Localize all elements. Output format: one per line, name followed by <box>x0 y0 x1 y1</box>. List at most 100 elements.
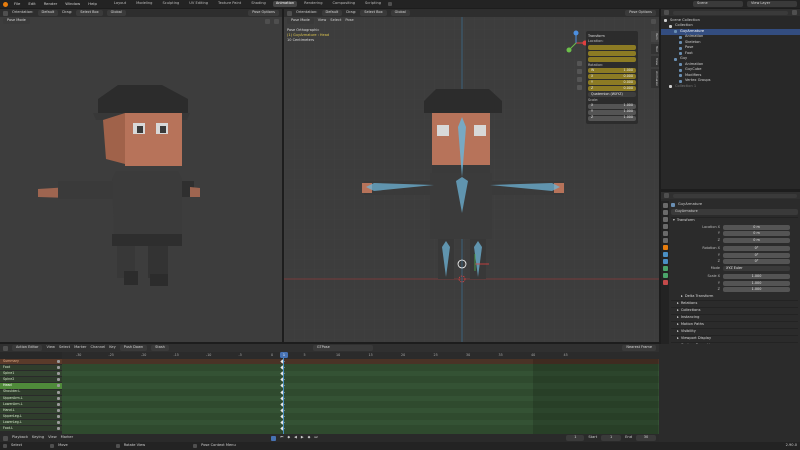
channel-row[interactable]: Spine2 <box>0 377 62 383</box>
zoom-icon[interactable] <box>577 61 582 66</box>
modifier-tab-icon[interactable] <box>662 252 668 257</box>
tab-animation[interactable]: Animation <box>272 1 298 7</box>
channel-visibility-icon[interactable] <box>57 408 60 412</box>
filter-icon[interactable] <box>792 10 797 15</box>
property-section-header[interactable]: ▸ Collections <box>671 307 798 314</box>
end-frame-field[interactable]: 30 <box>636 435 656 441</box>
channel-visibility-icon[interactable] <box>57 421 60 425</box>
channel-visibility-icon[interactable] <box>57 390 60 394</box>
dopesheet-editor-icon[interactable] <box>3 345 8 351</box>
channel-row[interactable]: UpperLeg.L <box>0 413 62 420</box>
menu-keying[interactable]: Keying <box>32 436 44 440</box>
world-tab-icon[interactable] <box>662 238 668 243</box>
frame-ruler[interactable]: -30 -25 -20 -15 -10 -5 0 5 10 15 20 25 30 35 40 45 <box>62 352 659 359</box>
rotation-mode-dropdown[interactable]: Quaternion (WXYZ) <box>588 92 636 98</box>
properties-editor-icon[interactable] <box>664 193 669 198</box>
keyframe-area[interactable] <box>62 359 659 434</box>
menu-marker-timeline[interactable]: Marker <box>61 436 73 440</box>
start-frame-field[interactable]: 1 <box>601 435 622 441</box>
menu-window[interactable]: Window <box>63 1 82 7</box>
channel-row[interactable]: Foot.L <box>0 426 62 432</box>
sidebar-tab-item[interactable]: Item <box>651 31 659 42</box>
view-layer-tab-icon[interactable] <box>662 224 668 229</box>
property-section-header[interactable]: ▸ Instancing <box>671 314 798 321</box>
tab-modeling[interactable]: Modeling <box>133 1 155 7</box>
outliner-item[interactable]: Collection 1 <box>661 84 800 90</box>
menu-marker-dope[interactable]: Marker <box>74 346 86 350</box>
property-field[interactable]: 0° <box>723 246 790 252</box>
menu-view-dope[interactable]: View <box>46 346 55 350</box>
property-field[interactable]: 0 m <box>723 237 790 243</box>
property-section-header[interactable]: ▸ Motion Paths <box>671 321 798 328</box>
channel-row[interactable]: Spine1 <box>0 371 62 377</box>
channel-visibility-icon[interactable] <box>57 378 60 382</box>
menu-help[interactable]: Help <box>86 1 99 7</box>
location-y-field[interactable] <box>588 50 636 56</box>
scale-x-field[interactable]: X 1.000 <box>588 103 636 109</box>
transform-section-header[interactable]: ▾ Transform <box>671 217 798 224</box>
property-section-header[interactable]: ▸ Viewport Display <box>671 335 798 342</box>
tab-texture-paint[interactable]: Texture Paint <box>215 1 244 7</box>
jump-start-icon[interactable]: ⏮ <box>280 436 283 440</box>
push-down-button[interactable]: Push Down <box>119 345 148 351</box>
menu-channel-dope[interactable]: Channel <box>90 346 105 350</box>
property-section-header[interactable]: ▸ Visibility <box>671 328 798 335</box>
channel-visibility-icon[interactable] <box>57 396 60 400</box>
property-field[interactable]: 1.000 <box>723 287 790 293</box>
data-tab-icon[interactable] <box>662 273 668 278</box>
channel-visibility-icon[interactable] <box>57 384 60 388</box>
perspective-grid-icon[interactable] <box>577 85 582 90</box>
snap-dropdown[interactable]: Nearest Frame <box>622 345 656 351</box>
properties-search-input[interactable] <box>673 193 797 198</box>
channel-row[interactable]: LowerArm.L <box>0 401 62 407</box>
channel-visibility-icon[interactable] <box>57 414 60 418</box>
tab-shading[interactable]: Shading <box>248 1 269 7</box>
outliner-search-input[interactable] <box>673 10 788 15</box>
channel-visibility-icon[interactable] <box>57 427 60 431</box>
rotation-y-field[interactable]: Y 0.000 <box>588 80 636 86</box>
tab-rendering[interactable]: Rendering <box>301 1 325 7</box>
property-field[interactable]: 0° <box>723 252 790 258</box>
menu-playback[interactable]: Playback <box>12 436 28 440</box>
tab-compositing[interactable]: Compositing <box>330 1 359 7</box>
property-section-header[interactable]: ▸ Relations <box>671 300 798 307</box>
record-icon[interactable] <box>271 435 277 441</box>
transform-panel-title[interactable]: Transform <box>588 34 636 38</box>
right-viewport[interactable]: Orientation: Default Drag: Select Box Gl… <box>284 9 659 342</box>
property-field[interactable]: 1.000 <box>723 274 790 280</box>
object-name-field[interactable]: GuyArmature <box>671 209 798 215</box>
tab-sculpting[interactable]: Sculpting <box>159 1 182 7</box>
delta-transform-header[interactable]: ▸ Delta Transform <box>671 293 798 300</box>
menu-key-dope[interactable]: Key <box>109 346 116 350</box>
rotation-z-field[interactable]: Z 0.000 <box>588 86 636 92</box>
tab-scripting[interactable]: Scripting <box>362 1 384 7</box>
rotation-mode-dropdown-props[interactable]: XYZ Euler <box>723 265 790 271</box>
channel-visibility-icon[interactable] <box>57 402 60 406</box>
timeline-editor-icon[interactable] <box>3 435 8 441</box>
channel-row[interactable]: Summary <box>0 359 62 365</box>
current-frame-field[interactable]: 1 <box>566 435 585 441</box>
object-tab-icon[interactable] <box>662 245 668 250</box>
scene-tab-icon[interactable] <box>662 231 668 236</box>
channel-row[interactable]: LowerLeg.L <box>0 420 62 426</box>
sidebar-tab-tool[interactable]: Tool <box>651 43 659 54</box>
play-icon[interactable]: ▶ <box>301 436 304 440</box>
location-z-field[interactable] <box>588 56 636 62</box>
channel-visibility-icon[interactable] <box>57 366 60 370</box>
material-tab-icon[interactable] <box>662 280 668 285</box>
current-frame-indicator[interactable]: 1 <box>280 352 288 358</box>
channel-row[interactable]: Hand.L <box>0 407 62 413</box>
next-key-icon[interactable]: ◆ <box>308 436 311 440</box>
tool-tab-icon[interactable] <box>662 203 668 208</box>
tab-uv-editing[interactable]: UV Editing <box>186 1 211 7</box>
sidebar-tab-view[interactable]: View <box>651 55 659 67</box>
editor-mode-dropdown[interactable]: Action Editor <box>12 345 43 351</box>
menu-render[interactable]: Render <box>42 1 60 7</box>
channel-row[interactable]: Foot <box>0 365 62 371</box>
scene-selector[interactable]: Scene <box>693 1 743 7</box>
outliner-editor-icon[interactable] <box>664 10 669 15</box>
physics-tab-icon[interactable] <box>662 259 668 264</box>
scale-z-field[interactable]: Z 1.000 <box>588 115 636 121</box>
menu-edit[interactable]: Edit <box>26 1 37 7</box>
prev-key-icon[interactable]: ◆ <box>287 436 290 440</box>
